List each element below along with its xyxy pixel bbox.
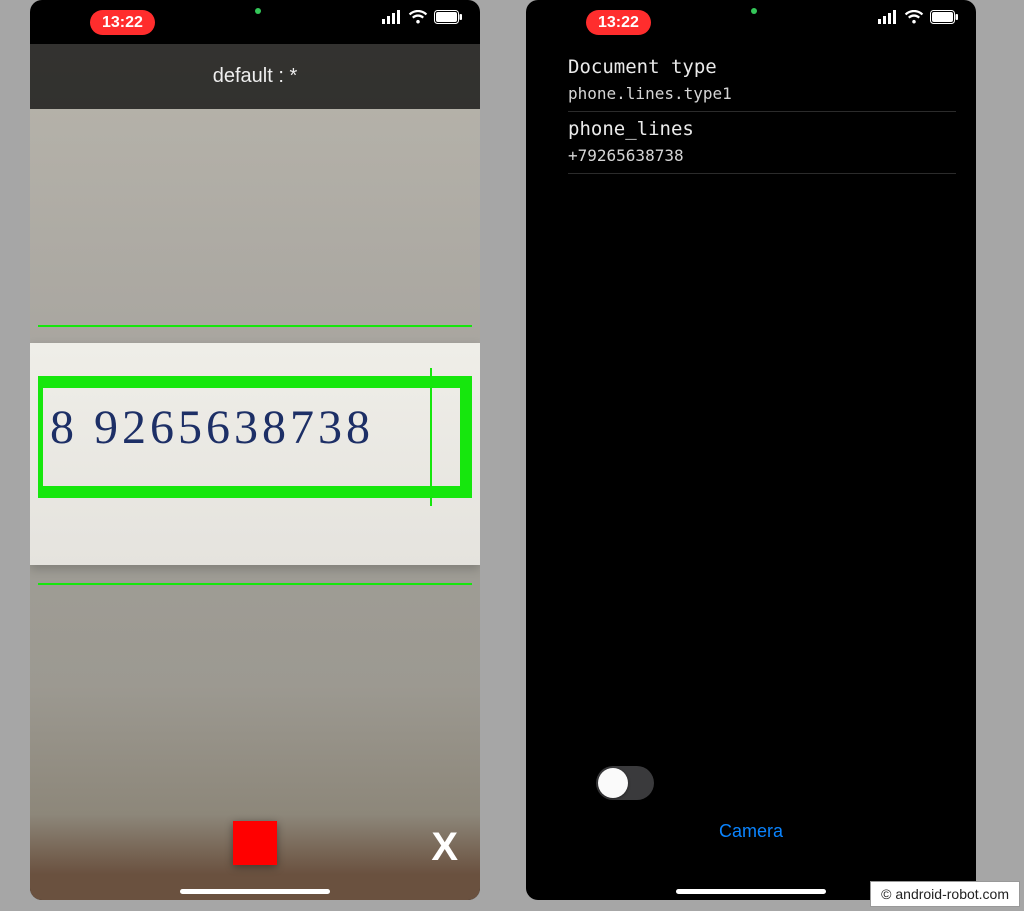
cellular-icon bbox=[382, 10, 402, 24]
document-type-value: phone.lines.type1 bbox=[568, 78, 956, 112]
status-bar: 13:22 bbox=[526, 0, 976, 44]
document-type-heading: Document type bbox=[568, 56, 956, 78]
status-icons bbox=[878, 10, 958, 24]
wifi-icon bbox=[408, 10, 428, 24]
status-icons bbox=[382, 10, 462, 24]
wifi-icon bbox=[904, 10, 924, 24]
status-time-pill: 13:22 bbox=[586, 10, 651, 35]
status-time-pill: 13:22 bbox=[90, 10, 155, 35]
status-bar: 13:22 bbox=[30, 0, 480, 44]
shutter-button[interactable] bbox=[233, 821, 277, 865]
settings-toggle[interactable] bbox=[596, 766, 654, 800]
phone-camera-screen: 13:22 default : * 8 9265638738 X bbox=[30, 0, 480, 900]
camera-header: default : * bbox=[30, 44, 480, 109]
battery-icon bbox=[930, 10, 958, 24]
camera-link[interactable]: Camera bbox=[526, 821, 976, 842]
phone-lines-value: +79265638738 bbox=[568, 140, 956, 174]
recording-indicator-icon bbox=[255, 8, 261, 14]
phone-lines-heading: phone_lines bbox=[568, 118, 956, 140]
cellular-icon bbox=[878, 10, 898, 24]
battery-icon bbox=[434, 10, 462, 24]
home-indicator[interactable] bbox=[180, 889, 330, 894]
home-indicator[interactable] bbox=[676, 889, 826, 894]
handwritten-number: 8 9265638738 bbox=[50, 400, 460, 455]
camera-header-label: default : * bbox=[213, 65, 298, 88]
watermark: © android-robot.com bbox=[870, 881, 1020, 907]
result-list: Document type phone.lines.type1 phone_li… bbox=[568, 50, 956, 174]
close-button[interactable]: X bbox=[431, 825, 458, 870]
phone-result-screen: 13:22 Document type phone.lines.type1 ph… bbox=[526, 0, 976, 900]
recording-indicator-icon bbox=[751, 8, 757, 14]
